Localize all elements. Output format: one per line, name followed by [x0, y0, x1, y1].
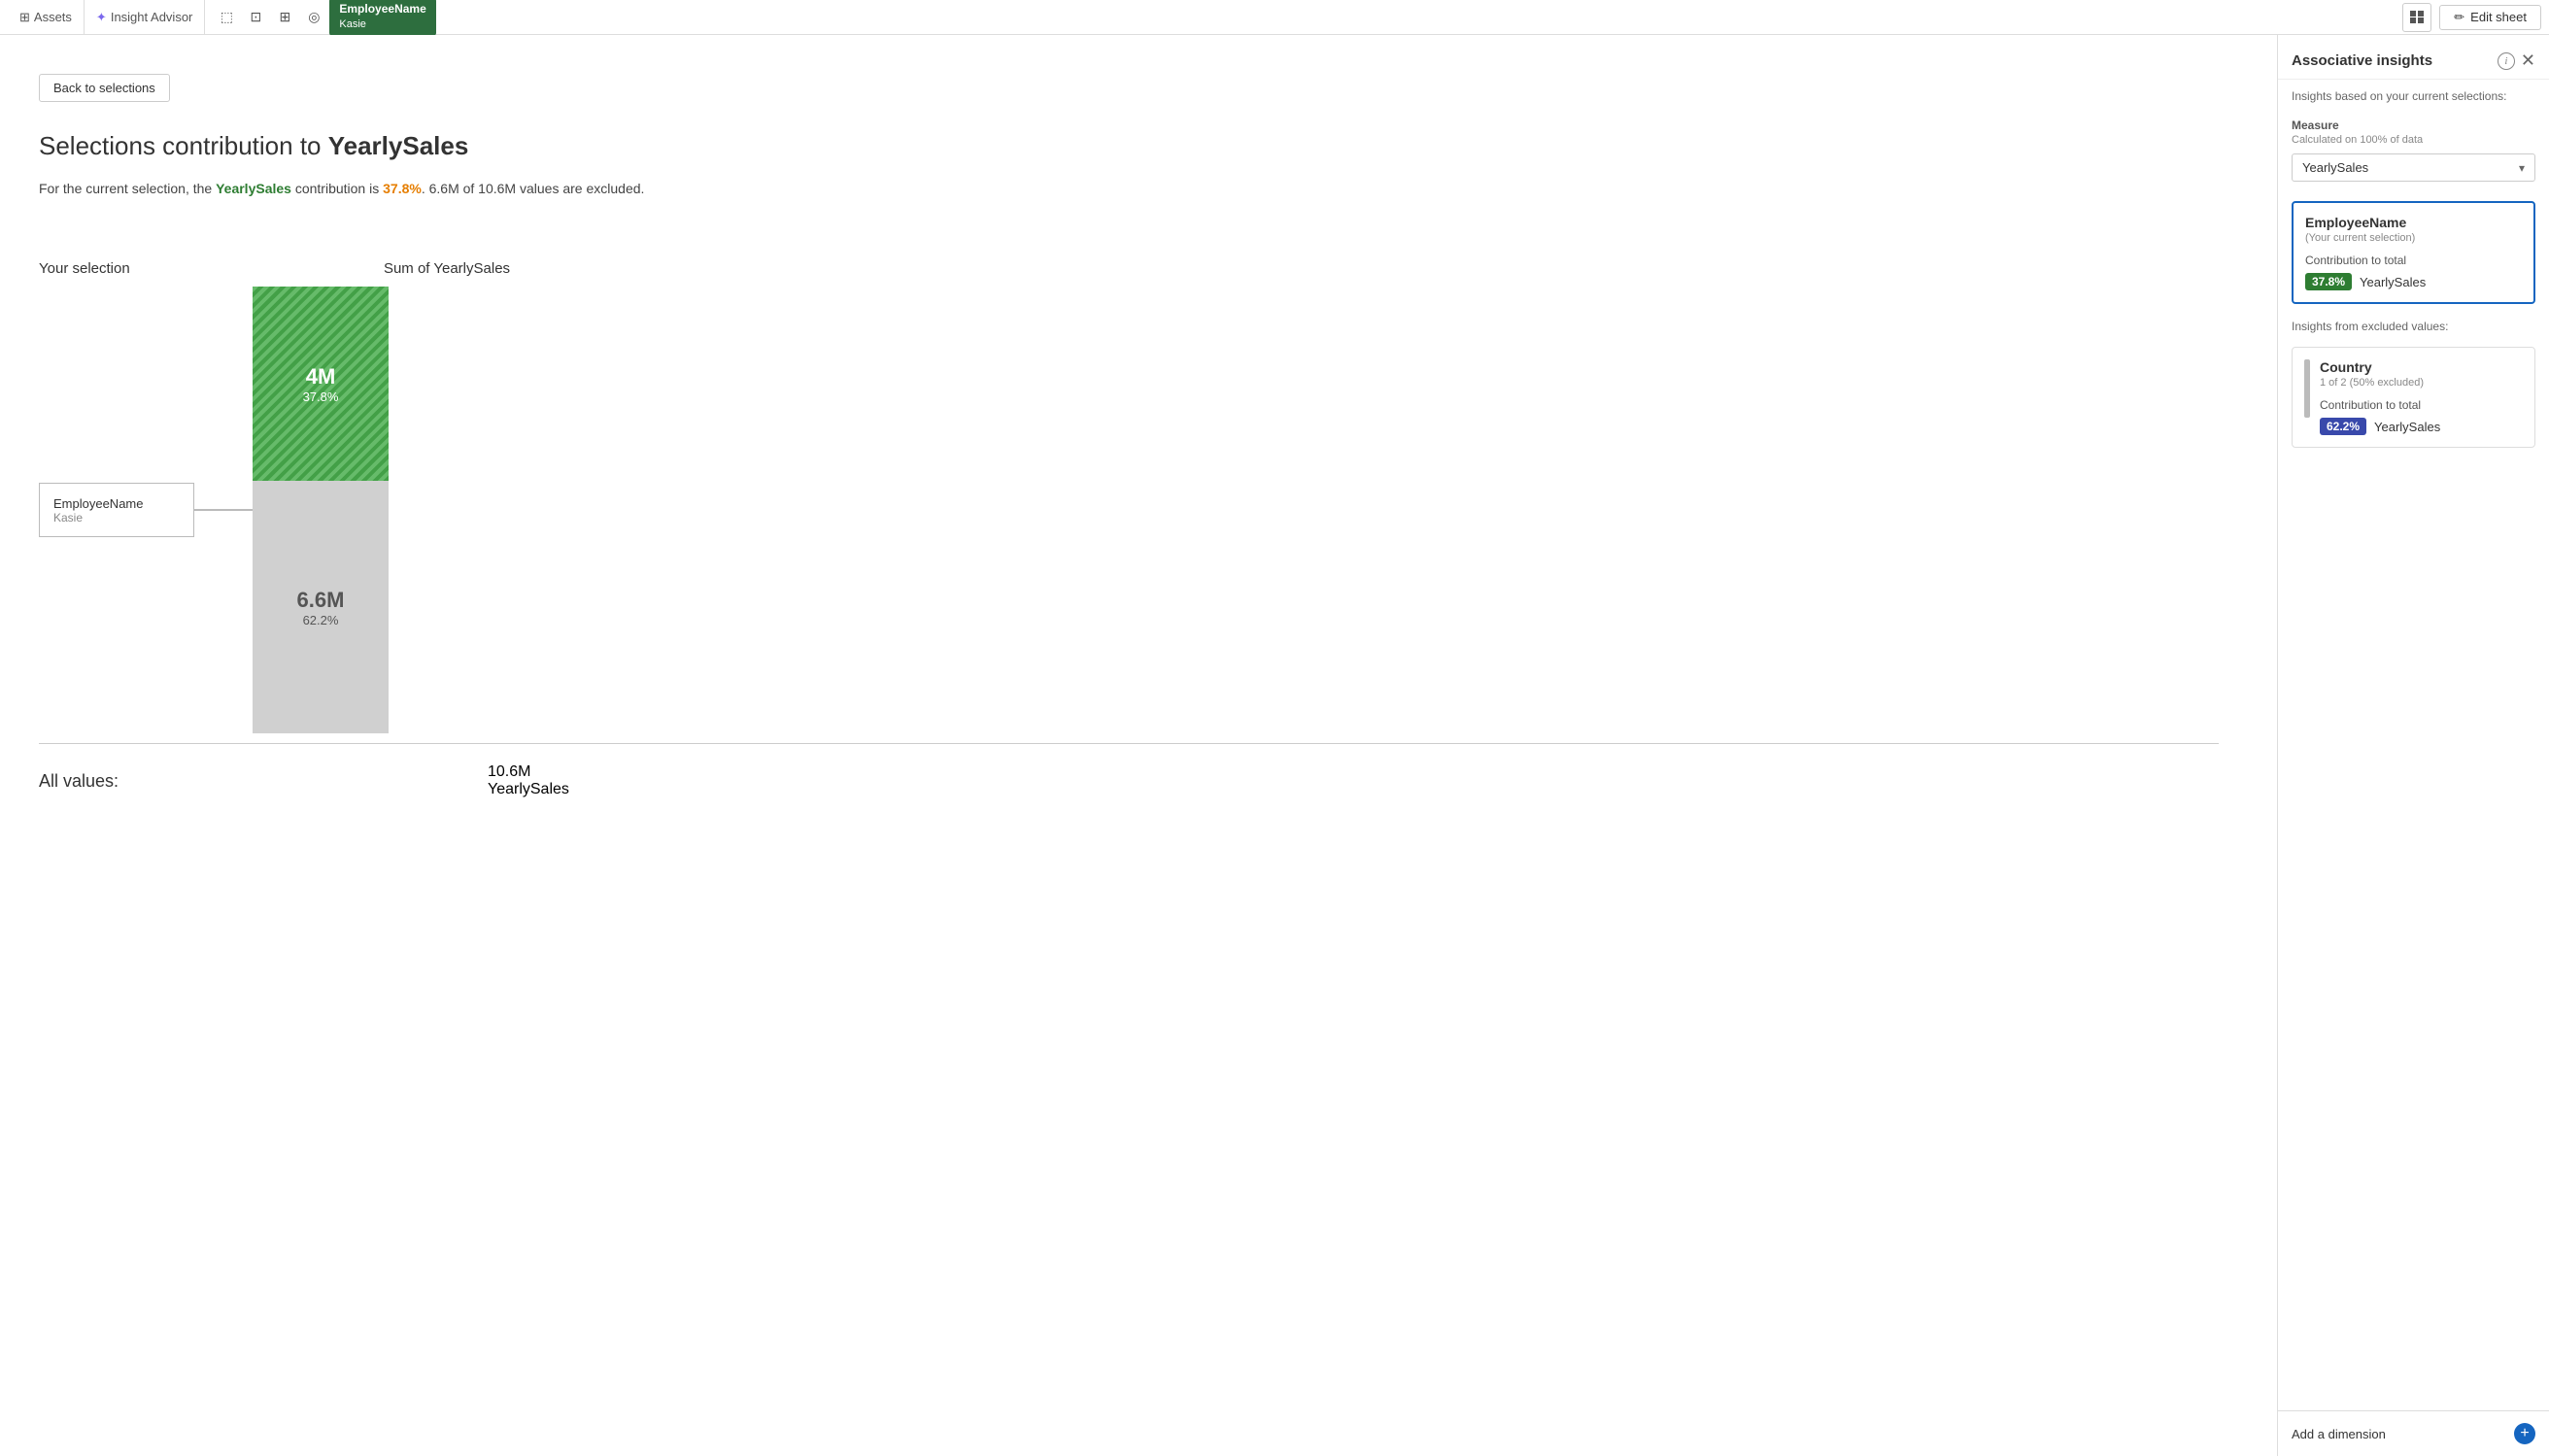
grid-view-button[interactable] — [2402, 3, 2431, 32]
subtitle-prefix: For the current selection, the — [39, 181, 216, 196]
excluded-label: Insights from excluded values: — [2278, 314, 2549, 337]
bar-green-pct: 37.8% — [303, 389, 339, 404]
chart-row: EmployeeName Kasie 4M 37.8% 6.6M 62.2% — [39, 287, 2219, 733]
totals-section: All values: 10.6M YearlySales — [39, 743, 2219, 798]
gray-bar — [2304, 359, 2310, 418]
badge-employee-pct: 37.8% — [2305, 273, 2352, 290]
right-sidebar: Associative insights i ✕ Insights based … — [2277, 35, 2549, 1456]
badge-employee-measure: YearlySales — [2360, 275, 2426, 289]
totals-sub: YearlySales — [488, 781, 569, 798]
totals-value-wrapper: 10.6M YearlySales — [488, 763, 569, 798]
selection-name: EmployeeName — [53, 496, 180, 511]
insights-label: Insights based on your current selection… — [2278, 80, 2549, 109]
topbar-right: ✏ Edit sheet — [2402, 3, 2541, 32]
zoom-select-icon[interactable]: ⊡ — [242, 4, 269, 31]
target-icon[interactable]: ◎ — [300, 4, 327, 31]
connector-line — [194, 509, 253, 511]
subtitle-suffix: . 6.6M of 10.6M values are excluded. — [422, 181, 645, 196]
bar-green: 4M 37.8% — [253, 287, 389, 481]
bar-stack: 4M 37.8% 6.6M 62.2% — [253, 287, 389, 733]
toolbar-icons: ⬚ ⊡ ⊞ ◎ EmployeeName Kasie — [205, 0, 2402, 36]
insight-advisor-tab[interactable]: ✦ Insight Advisor — [85, 0, 205, 34]
insight-advisor-label: Insight Advisor — [111, 10, 193, 24]
lasso-icon[interactable]: ⬚ — [213, 4, 240, 31]
page-title-measure: YearlySales — [328, 131, 469, 160]
selection-chip[interactable]: EmployeeName Kasie — [329, 0, 435, 36]
pencil-icon: ✏ — [2454, 10, 2464, 25]
measure-selected: YearlySales — [2302, 160, 2368, 175]
measure-dropdown[interactable]: YearlySales ▾ — [2292, 153, 2535, 182]
sidebar-title: Associative insights — [2292, 52, 2432, 69]
edit-sheet-button[interactable]: ✏ Edit sheet — [2439, 5, 2541, 30]
card-employee-name: EmployeeName — [2305, 215, 2522, 230]
add-dimension-button[interactable]: Add a dimension + — [2278, 1410, 2549, 1456]
back-to-selections-button[interactable]: Back to selections — [39, 74, 170, 102]
subtitle: For the current selection, the YearlySal… — [39, 181, 2219, 196]
card-gray-content: Country 1 of 2 (50% excluded) Contributi… — [2304, 359, 2523, 435]
bar-green-value: 4M — [306, 364, 336, 389]
bar-wrapper: 4M 37.8% 6.6M 62.2% — [253, 287, 389, 733]
close-button[interactable]: ✕ — [2521, 51, 2535, 71]
subtitle-highlight1: YearlySales — [216, 181, 291, 196]
your-selection-label: Your selection — [39, 260, 165, 277]
current-selection-card: EmployeeName (Your current selection) Co… — [2292, 201, 2535, 304]
subtitle-middle: contribution is — [291, 181, 383, 196]
pan-icon[interactable]: ⊞ — [271, 4, 298, 31]
measure-title: Measure — [2292, 119, 2535, 132]
badge-row-employee: 37.8% YearlySales — [2305, 273, 2522, 290]
card-country-sub: 1 of 2 (50% excluded) — [2320, 377, 2440, 389]
selection-value: Kasie — [53, 511, 180, 525]
bar-gray-value: 6.6M — [297, 588, 345, 613]
totals-label: All values: — [39, 763, 330, 798]
chart-container: Your selection Sum of YearlySales Employ… — [39, 245, 2219, 733]
badge-country-measure: YearlySales — [2374, 420, 2440, 434]
info-icon[interactable]: i — [2498, 52, 2515, 70]
chevron-down-icon: ▾ — [2519, 161, 2525, 175]
main-layout: Back to selections Selections contributi… — [0, 35, 2549, 1456]
excluded-card-body: Country 1 of 2 (50% excluded) Contributi… — [2320, 359, 2440, 435]
sidebar-info: i ✕ — [2498, 51, 2535, 71]
chip-value: Kasie — [339, 17, 425, 32]
content-area: Back to selections Selections contributi… — [0, 35, 2277, 1456]
subtitle-highlight2: 37.8% — [383, 181, 422, 196]
card-country-contrib-label: Contribution to total — [2320, 398, 2440, 412]
topbar: ⊞ Assets ✦ Insight Advisor ⬚ ⊡ ⊞ ◎ Emplo… — [0, 0, 2549, 35]
chip-name: EmployeeName — [339, 1, 425, 17]
card-employee-sub: (Your current selection) — [2305, 232, 2522, 244]
insight-icon: ✦ — [96, 10, 107, 25]
page-title: Selections contribution to YearlySales — [39, 131, 2219, 161]
grid-icon — [2410, 11, 2424, 24]
badge-row-country: 62.2% YearlySales — [2320, 418, 2440, 435]
bar-gray-pct: 62.2% — [303, 613, 339, 627]
measure-section: Measure Calculated on 100% of data Yearl… — [2278, 109, 2549, 191]
sidebar-header: Associative insights i ✕ — [2278, 35, 2549, 80]
excluded-card: Country 1 of 2 (50% excluded) Contributi… — [2292, 347, 2535, 448]
selection-box: EmployeeName Kasie — [39, 483, 194, 537]
back-button-label: Back to selections — [53, 81, 155, 95]
page-title-prefix: Selections contribution to — [39, 131, 328, 160]
assets-label: Assets — [34, 10, 72, 24]
edit-sheet-label: Edit sheet — [2470, 10, 2527, 24]
assets-icon: ⊞ — [19, 10, 30, 25]
totals-value: 10.6M — [488, 763, 569, 781]
badge-country-pct: 62.2% — [2320, 418, 2366, 435]
add-dimension-label: Add a dimension — [2292, 1427, 2386, 1441]
measure-sub: Calculated on 100% of data — [2292, 134, 2535, 146]
sum-label: Sum of YearlySales — [379, 260, 515, 277]
card-contrib-label: Contribution to total — [2305, 254, 2522, 267]
plus-circle-icon: + — [2514, 1423, 2535, 1444]
bar-gray: 6.6M 62.2% — [253, 481, 389, 733]
assets-tab[interactable]: ⊞ Assets — [8, 0, 85, 34]
card-country-name: Country — [2320, 359, 2440, 375]
